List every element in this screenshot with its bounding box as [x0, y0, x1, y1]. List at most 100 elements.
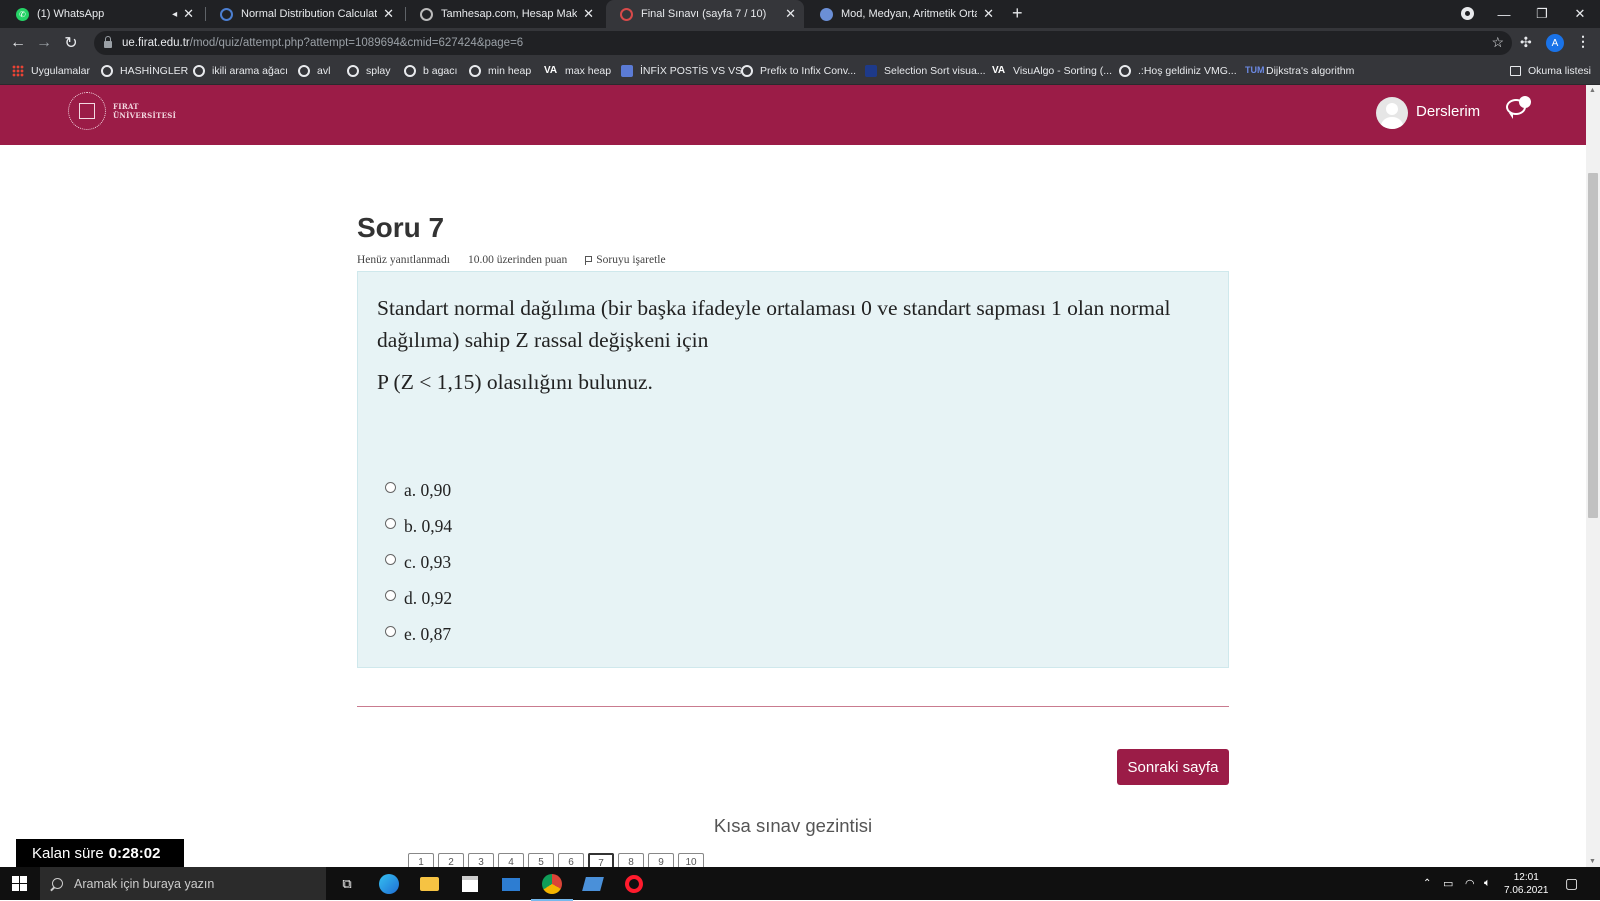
windows-start-icon[interactable] [12, 876, 27, 891]
bookmark-apps[interactable]: Uygulamalar [12, 63, 90, 79]
tab-title: Normal Distribution Calculator | Ir [241, 8, 378, 20]
logo-text: FIRAT ÜNİVERSİTESİ [113, 102, 176, 120]
option-label[interactable]: c. 0,93 [404, 552, 451, 573]
media-record-icon[interactable] [1461, 7, 1474, 20]
radio-button[interactable] [385, 625, 396, 637]
timer-label: Kalan süre [32, 844, 104, 862]
tab-normal-distribution[interactable]: Normal Distribution Calculator | Ir ✕ [206, 0, 402, 28]
close-tab-icon[interactable]: ✕ [983, 6, 994, 22]
forward-icon[interactable]: → [33, 32, 55, 54]
scroll-up-icon[interactable]: ▲ [1589, 87, 1596, 94]
extensions-puzzle-icon[interactable]: ✣ [1520, 34, 1536, 50]
speaker-muted-icon[interactable]: ◂ [172, 9, 177, 20]
university-logo[interactable]: FIRAT ÜNİVERSİTESİ [68, 92, 176, 130]
answer-option-e[interactable]: e. 0,87 [385, 616, 452, 652]
close-tab-icon[interactable]: ✕ [383, 6, 394, 22]
taskbar-clock[interactable]: 12:01 7.06.2021 [1504, 871, 1549, 897]
tab-whatsapp[interactable]: ✆ (1) WhatsApp ◂ ✕ [2, 0, 202, 28]
back-icon[interactable]: ← [7, 32, 29, 54]
next-page-button[interactable]: Sonraki sayfa [1117, 749, 1229, 785]
answer-option-a[interactable]: a. 0,90 [385, 472, 452, 508]
close-tab-icon[interactable]: ✕ [583, 6, 594, 22]
radio-button[interactable] [385, 589, 396, 601]
answer-option-b[interactable]: b. 0,94 [385, 508, 452, 544]
site-header: FIRAT ÜNİVERSİTESİ Derslerim [0, 85, 1586, 145]
my-courses-link[interactable]: Derslerim [1416, 103, 1480, 120]
restore-button[interactable]: ❐ [1524, 0, 1560, 28]
mail-icon[interactable] [500, 873, 522, 895]
option-label[interactable]: a. 0,90 [404, 480, 451, 501]
lock-icon[interactable] [104, 36, 112, 48]
app-icon[interactable] [582, 873, 604, 895]
bookmark-item[interactable]: b agacı [404, 63, 457, 79]
file-explorer-icon[interactable] [418, 873, 440, 895]
bookmark-item[interactable]: HASHİNGLER [101, 63, 188, 79]
bookmark-item[interactable]: avl [298, 63, 330, 79]
volume-icon[interactable]: 🔈︎ [1484, 867, 1491, 900]
bookmark-item[interactable]: İNFİX POSTİS VS VS [621, 63, 742, 79]
question-prompt: P (Z < 1,15) olasılığını bulunuz. [377, 370, 653, 394]
answer-option-c[interactable]: c. 0,93 [385, 544, 452, 580]
question-text: Standart normal dağılıma (bir başka ifad… [377, 296, 1171, 352]
browser-tab-strip: ✆ (1) WhatsApp ◂ ✕ Normal Distribution C… [0, 0, 1600, 28]
answer-option-d[interactable]: d. 0,92 [385, 580, 452, 616]
user-avatar[interactable] [1376, 97, 1408, 129]
menu-kebab-icon[interactable]: ⋮ [1576, 33, 1590, 50]
opera-icon[interactable] [623, 873, 645, 895]
search-placeholder: Aramak için buraya yazın [74, 876, 215, 891]
bookmark-item[interactable]: Prefix to Infix Conv... [741, 63, 856, 79]
reading-list[interactable]: Okuma listesi [1510, 63, 1591, 79]
globe-icon [469, 65, 481, 77]
new-tab-button[interactable]: + [1012, 3, 1023, 24]
task-view-icon[interactable]: ⧉ [336, 873, 358, 895]
url-text[interactable]: ue.firat.edu.tr/mod/quiz/attempt.php?att… [122, 37, 523, 49]
taskbar-search[interactable]: Aramak için buraya yazın [40, 867, 326, 900]
bookmark-item[interactable]: ikili arama ağacı [193, 63, 288, 79]
close-tab-icon[interactable]: ✕ [785, 6, 796, 22]
address-bar[interactable]: ue.firat.edu.tr/mod/quiz/attempt.php?att… [94, 31, 1512, 55]
option-label[interactable]: b. 0,94 [404, 516, 452, 537]
chrome-icon[interactable] [531, 873, 573, 901]
moodle-icon [620, 7, 633, 21]
profile-avatar[interactable]: A [1546, 34, 1564, 52]
tab-final-exam[interactable]: Final Sınavı (sayfa 7 / 10) ✕ [606, 0, 804, 28]
scroll-down-icon[interactable]: ▼ [1589, 858, 1596, 865]
wifi-icon[interactable]: ◠ [1465, 867, 1475, 900]
tab-title: Final Sınavı (sayfa 7 / 10) [641, 8, 767, 20]
page-scrollbar[interactable]: ▲ ▼ [1586, 85, 1600, 867]
tray-chevron-icon[interactable]: ⌃ [1423, 867, 1431, 900]
bookmark-item[interactable]: VA max heap [544, 63, 611, 79]
tab-mod-medyan[interactable]: Mod, Medyan, Aritmetik Ortalama ✕ [806, 0, 1002, 28]
url-path: /mod/quiz/attempt.php?attempt=1089694&cm… [189, 37, 524, 49]
store-icon[interactable] [459, 873, 481, 895]
close-tab-icon[interactable]: ✕ [183, 6, 194, 22]
flag-label: Soruyu işaretle [596, 254, 666, 266]
reload-icon[interactable]: ↻ [60, 32, 82, 54]
bookmark-item[interactable]: Selection Sort visua... [865, 63, 986, 79]
search-icon [52, 878, 63, 889]
globe-icon [420, 7, 433, 21]
flag-question-link[interactable]: Soruyu işaretle [585, 254, 666, 266]
bookmark-item[interactable]: VA VisuAlgo - Sorting (... [992, 63, 1112, 79]
scroll-thumb[interactable] [1588, 173, 1598, 518]
minimize-button[interactable]: — [1486, 0, 1522, 28]
tab-tamhesap[interactable]: Tamhesap.com, Hesap Makinesi, Ç ✕ [406, 0, 602, 28]
flag-icon [585, 255, 593, 265]
radio-button[interactable] [385, 517, 396, 529]
bookmark-item[interactable]: TUM Dijkstra's algorithm [1245, 63, 1354, 79]
bookmark-star-icon[interactable]: ☆ [1491, 34, 1504, 51]
option-label[interactable]: e. 0,87 [404, 624, 451, 645]
bookmark-item[interactable]: .:Hoş geldiniz VMG... [1119, 63, 1237, 79]
bookmark-label: max heap [565, 65, 612, 77]
battery-icon[interactable]: ▭ [1443, 867, 1453, 900]
radio-button[interactable] [385, 553, 396, 565]
bookmark-item[interactable]: min heap [469, 63, 531, 79]
bookmark-item[interactable]: splay [347, 63, 391, 79]
question-points: 10.00 üzerinden puan [467, 254, 568, 266]
edge-icon[interactable] [378, 873, 400, 895]
notification-center-icon[interactable]: ▢ [1565, 867, 1578, 900]
close-window-button[interactable]: ✕ [1562, 0, 1598, 28]
site-favicon-icon [621, 65, 633, 77]
option-label[interactable]: d. 0,92 [404, 588, 452, 609]
radio-button[interactable] [385, 481, 396, 493]
